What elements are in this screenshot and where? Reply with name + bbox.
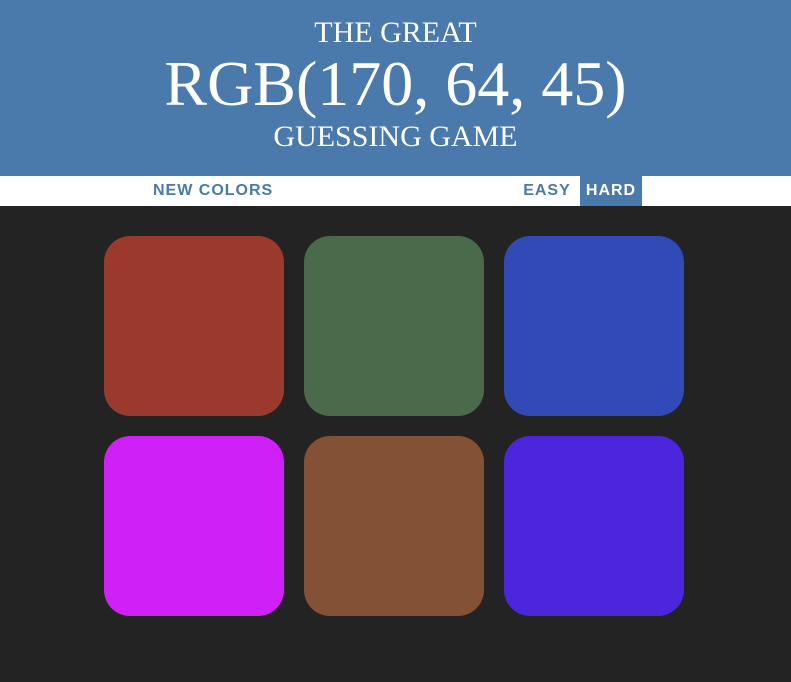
hard-mode-button[interactable]: HARD [580,176,642,206]
color-square-6[interactable] [504,436,684,616]
easy-mode-button[interactable]: EASY [516,176,578,206]
color-square-5[interactable] [304,436,484,616]
new-colors-button[interactable]: NEW COLORS [153,176,273,206]
title-line-3: GUESSING GAME [273,120,518,153]
color-square-1[interactable] [104,236,284,416]
color-squares-grid [0,206,791,682]
game-header: THE GREAT RGB(170, 64, 45) GUESSING GAME [0,0,791,176]
color-square-2[interactable] [304,236,484,416]
color-square-4[interactable] [104,436,284,616]
color-square-3[interactable] [504,236,684,416]
title-line-1: THE GREAT [314,16,477,49]
control-stripe: NEW COLORS EASY HARD [0,176,791,206]
target-rgb-display: RGB(170, 64, 45) [164,48,627,119]
